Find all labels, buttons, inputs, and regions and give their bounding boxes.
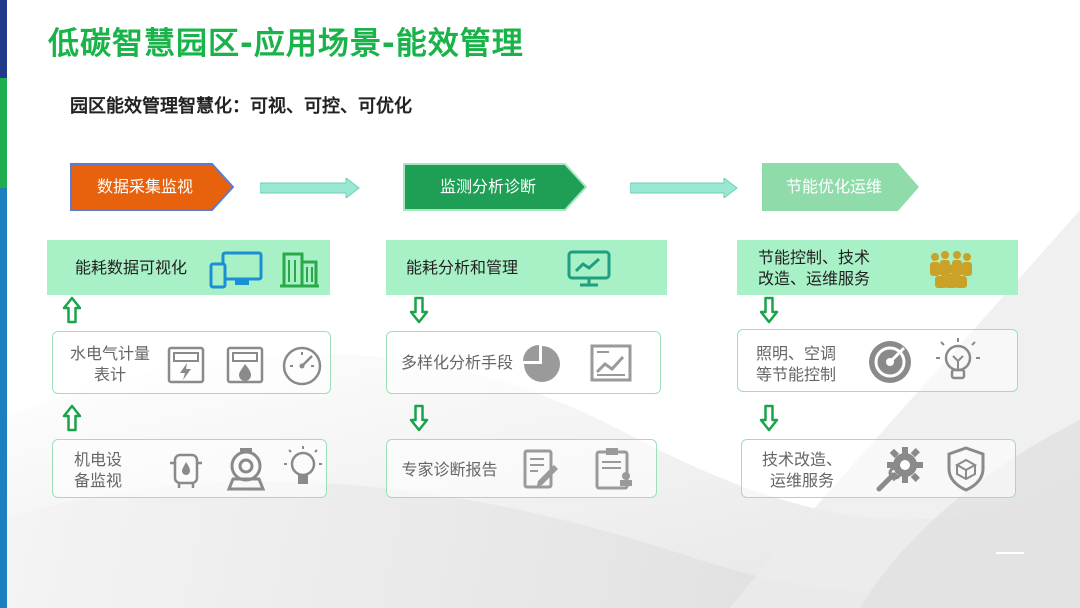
item-text-line2: 运维服务 (769, 471, 834, 490)
gear-wrench-icon (876, 447, 923, 492)
header-text: 节能控制、技术 改造、运维服务 (758, 247, 870, 289)
header-text-line1: 节能控制、技术 (758, 248, 871, 267)
stage-label: 节能优化运维 (785, 177, 882, 196)
shield-box-icon (947, 446, 985, 492)
stage-label: 数据采集监视 (96, 177, 193, 196)
item-box-expert-report: 专家诊断报告 (386, 439, 657, 498)
building-icon (280, 252, 319, 288)
item-text-line1: 水电气计量 (69, 344, 150, 363)
item-box-analysis-methods: 多样化分析手段 (386, 331, 661, 394)
stage-monitoring-diagnosis: 监测分析诊断 (403, 163, 587, 211)
gauge-icon (282, 346, 322, 386)
pump-icon (226, 448, 266, 491)
page-subtitle: 园区能效管理智慧化：可视、可控、可优化 (70, 96, 412, 117)
left-accent-bar-bottom (0, 188, 7, 608)
lightbulb-icon (936, 338, 980, 380)
left-accent-bar-middle (0, 78, 7, 188)
boiler-icon (170, 453, 202, 488)
header-text: 能耗数据可视化 (75, 258, 188, 277)
item-box-technical-service: 技术改造、 运维服务 (741, 439, 1016, 498)
pie-chart-icon (523, 345, 560, 382)
stage-data-collection: 数据采集监视 (70, 163, 234, 211)
item-text-line1: 照明、空调 (755, 344, 836, 363)
stage-label: 监测分析诊断 (439, 177, 536, 196)
item-text: 专家诊断报告 (401, 460, 498, 479)
page-title: 低碳智慧园区-应用场景-能效管理 (48, 26, 524, 62)
up-arrow-icon (62, 296, 82, 324)
item-text: 照明、空调 等节能控制 (746, 343, 846, 385)
bulb-icon (284, 446, 322, 484)
item-text: 多样化分析手段 (400, 353, 513, 372)
header-text: 能耗分析和管理 (406, 258, 519, 277)
item-text-line1: 机电设 (73, 450, 122, 469)
flow-arrow-2-icon (630, 178, 738, 198)
item-box-equipment: 机电设 备监视 (52, 439, 327, 498)
item-box-energy-control: 照明、空调 等节能控制 (737, 329, 1018, 392)
item-text: 技术改造、 运维服务 (752, 449, 852, 491)
item-box-meters: 水电气计量 表计 (52, 331, 331, 394)
up-arrow-icon (62, 404, 82, 432)
header-box-visualization: 能耗数据可视化 (47, 240, 330, 295)
item-text-line2: 表计 (93, 365, 126, 384)
devices-icon (209, 251, 263, 289)
header-text-line2: 改造、运维服务 (758, 269, 871, 288)
report-stamp-icon (595, 448, 632, 490)
header-box-optimization: 节能控制、技术 改造、运维服务 (737, 240, 1018, 295)
item-text-line1: 技术改造、 (761, 450, 842, 469)
down-arrow-icon (759, 404, 779, 432)
line-chart-icon (590, 344, 632, 382)
team-icon (930, 251, 972, 288)
down-arrow-icon (409, 404, 429, 432)
stage-optimization: 节能优化运维 (762, 163, 920, 211)
gas-meter-icon (226, 346, 264, 384)
header-box-analysis: 能耗分析和管理 (386, 240, 667, 295)
down-arrow-icon (759, 296, 779, 324)
report-edit-icon (523, 449, 558, 489)
down-arrow-icon (409, 296, 429, 324)
decorative-dash (996, 552, 1024, 554)
item-text: 机电设 备监视 (63, 449, 133, 491)
electric-meter-icon (167, 346, 205, 384)
monitor-chart-icon (567, 250, 611, 287)
flow-arrow-1-icon (260, 178, 360, 198)
item-text-line2: 等节能控制 (755, 365, 836, 384)
item-text: 水电气计量 表计 (65, 343, 155, 385)
target-icon (869, 341, 911, 383)
item-text-line2: 备监视 (73, 471, 122, 490)
left-accent-bar-top (0, 0, 7, 78)
